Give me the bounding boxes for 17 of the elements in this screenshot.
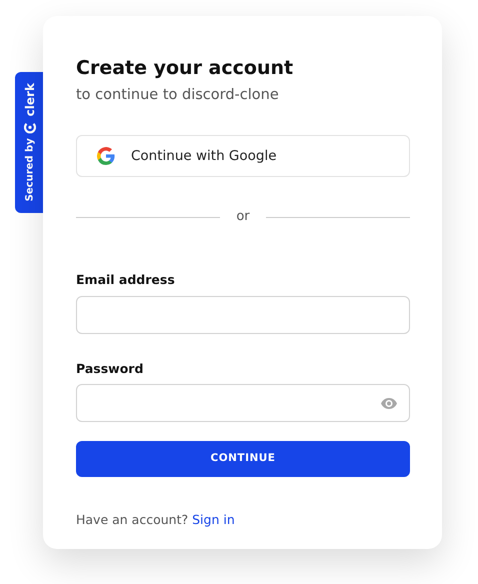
clerk-logo-icon	[24, 122, 36, 134]
google-icon	[97, 147, 115, 166]
email-field[interactable]	[76, 296, 410, 334]
sign-in-link[interactable]: Sign in	[192, 511, 235, 530]
google-button[interactable]: Continue with Google	[76, 135, 410, 178]
form-title: Create your account	[76, 56, 294, 81]
secured-by-badge[interactable]: Secured by clerk	[15, 72, 44, 213]
brand-name: clerk	[22, 83, 38, 117]
eye-icon[interactable]	[381, 398, 397, 409]
continue-button[interactable]: CONTINUE	[76, 441, 410, 478]
field-label: Password	[76, 360, 144, 378]
field-label: Email address	[76, 270, 175, 289]
password-field[interactable]	[76, 384, 410, 422]
secured-by-text: Secured by	[23, 138, 36, 202]
form-subtitle: to continue to discord-clone	[76, 86, 280, 105]
account-prompt: Have an account?	[76, 511, 188, 530]
divider-text: or	[236, 208, 250, 226]
